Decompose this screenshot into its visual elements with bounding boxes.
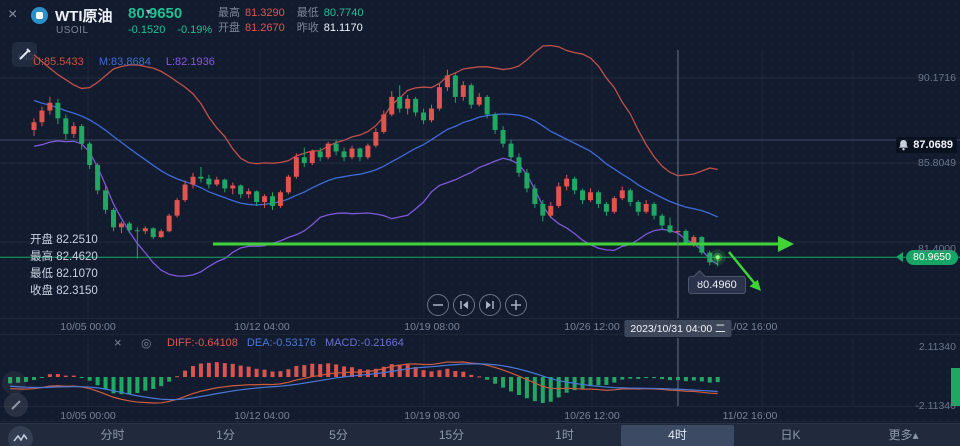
macd-close-icon[interactable]: × [114,335,122,350]
macd-indicator-value: MACD:-0.21664 [325,337,404,349]
ohlc-row: 最高 82.4620 [30,251,98,263]
daily-stats: 最高 81.3290 最低 80.7740 开盘 81.2670 昨收 81.1170 [218,6,388,36]
ohlc-row: 最低 82.1070 [30,268,98,280]
timeframe-tab-1[interactable]: 分时 [56,425,169,446]
last-price: 80.9650 [128,5,183,22]
zoom-out-button[interactable] [427,294,449,316]
y-axis-tick: 90.1716 [918,72,956,84]
boll-middle-value: M:83.8684 [98,56,151,68]
timeframe-bar: 分时 1分 5分 15分 1时 4时 日K 更多▴ [0,423,960,446]
macd-x-axis-label: 10/19 08:00 [404,410,460,422]
macd-scale-max: 2.11340 [918,341,956,353]
macd-x-axis-label: 11/02 16:00 [722,410,778,422]
price-alert-label[interactable]: 87.0689 [896,137,957,153]
x-axis-label: 10/26 12:00 [564,321,620,333]
stat-value: 81.1170 [323,22,363,34]
minus-icon [433,304,443,306]
stat-value: 81.3290 [245,7,285,19]
skip-forward-icon [486,301,494,309]
macd-x-axis-label: 10/26 12:00 [564,410,620,422]
ohlc-row: 收盘 82.3150 [30,285,98,297]
timeframe-tab-5[interactable]: 1时 [508,425,621,446]
y-axis-tick: 85.8049 [918,157,956,169]
macd-indicator-value: DEA:-0.53176 [246,337,317,349]
timeframe-tab-4[interactable]: 15分 [395,425,508,446]
stats-row: 开盘 81.2670 昨收 81.1170 [218,21,388,36]
timeframe-tab-7[interactable]: 日K [734,425,847,446]
stat-label: 最高 [218,7,240,19]
zoom-in-button[interactable] [505,294,527,316]
chart-type-icon[interactable] [8,426,33,446]
macd-values: DIFF:-0.64108 DEA:-0.53176 MACD:-0.21664 [167,337,413,349]
x-axis-label: 10/12 04:00 [234,321,290,333]
x-axis-label: 10/05 00:00 [60,321,116,333]
macd-x-axis-label: 10/12 04:00 [234,410,290,422]
symbol-name[interactable]: WTI原油 [55,5,113,26]
y-axis-tick: 81.4000 [918,242,956,255]
stats-row: 最高 81.3290 最低 80.7740 [218,6,388,21]
floating-tool-button[interactable] [2,371,26,395]
stat-label: 最低 [296,7,319,19]
plus-icon [511,300,521,310]
current-price-pill-tip [896,252,903,262]
crosshair-time-label: 2023/10/31 04:00 二 [624,319,732,337]
pan-left-button[interactable] [453,294,475,316]
pencil-icon [11,400,21,410]
price-annotation-tooltip: 80.4960 [688,276,746,294]
bollinger-values: U:85.5433 M:83.8684 L:82.1936 [33,56,227,68]
timeframe-tabs: 分时 1分 5分 15分 1时 4时 日K 更多▴ [56,424,960,446]
stat-label: 开盘 [218,22,240,34]
ohlc-row: 开盘 82.2510 [30,234,98,246]
macd-indicator-value: DIFF:-0.64108 [167,337,238,349]
timeframe-tab-3[interactable]: 5分 [282,425,395,446]
macd-x-axis-label: 10/05 00:00 [60,410,116,422]
boll-lower-value: L:82.1936 [165,56,215,68]
symbol-code: USOIL [56,25,89,36]
symbol-icon [31,7,48,24]
bell-icon [899,140,909,151]
floating-pencil-button[interactable] [4,393,28,417]
alert-price: 87.0689 [913,139,953,151]
timeframe-tab-2[interactable]: 1分 [169,425,282,446]
timeframe-tab-8[interactable]: 更多▴ [847,425,960,446]
stat-label: 昨收 [296,22,319,34]
change-value: -0.1520 [128,24,166,36]
boll-upper-value: U:85.5433 [33,56,84,68]
timeframe-tab-6[interactable]: 4时 [621,425,734,446]
x-axis-label: 10/19 08:00 [404,321,460,333]
skip-back-icon [460,301,468,309]
macd-settings-icon[interactable]: ◎ [141,336,151,350]
ohlc-tooltip: 开盘 82.2510 最高 82.4620 最低 82.1070 收盘 82.3150 [30,232,98,300]
stat-value: 80.7740 [323,7,364,19]
macd-scale-min: -2.11340 [915,400,956,412]
stat-value: 81.2670 [245,22,285,34]
trading-chart-app: × WTI原油 ▾ USOIL 80.9650 -0.1520 -0.19% 最高… [0,0,960,446]
pan-right-button[interactable] [479,294,501,316]
close-icon[interactable]: × [8,6,17,24]
price-change: -0.1520 -0.19% [128,24,224,36]
change-percent: -0.19% [177,24,213,36]
